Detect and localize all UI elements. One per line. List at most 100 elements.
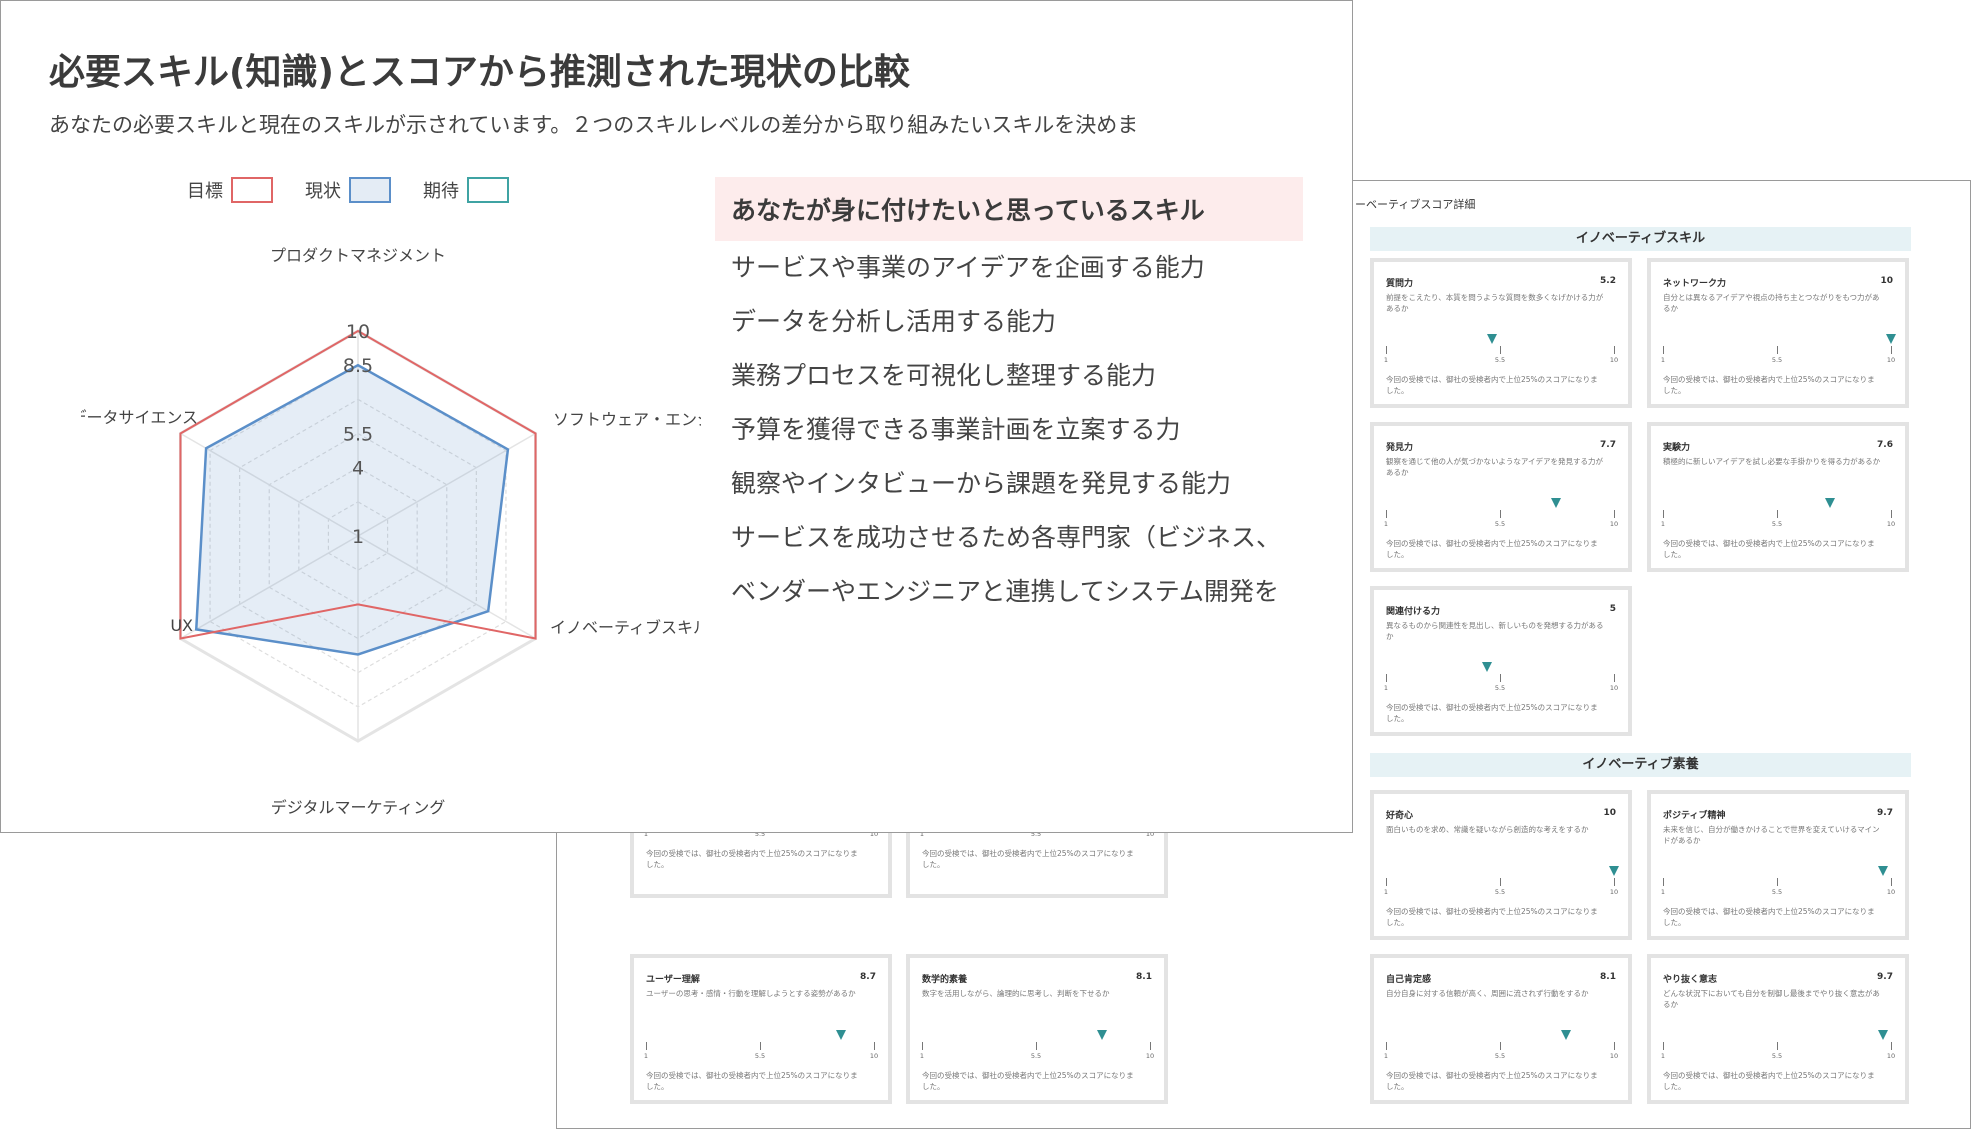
scale-tick xyxy=(1777,346,1778,354)
scale-tick xyxy=(874,1042,875,1050)
desired-skill-item: データを分析し活用する能力 xyxy=(731,307,1057,336)
score-card-score: 8.1 xyxy=(1600,972,1616,982)
scale-tick-label: 1 xyxy=(1383,1052,1389,1060)
score-marker-icon xyxy=(1886,334,1896,344)
radar-axis-label: AI・データサイエンス xyxy=(81,408,198,427)
scale-tick xyxy=(1663,346,1664,354)
score-card-score: 10 xyxy=(1603,808,1616,818)
scale-tick-label: 5.5 xyxy=(1771,888,1783,896)
score-card-score: 5.2 xyxy=(1600,276,1616,286)
score-card-footer: 今回の受検では、御社の受検者内で上位25%のスコアになりました。 xyxy=(1386,539,1598,559)
section-innovative-skill: イノベーティブスキル xyxy=(1370,227,1911,251)
score-card-footer: 今回の受検では、御社の受検者内で上位25%のスコアになりました。 xyxy=(1386,703,1598,723)
score-card: 実験力 7.6 積極的に新しいアイデアを試し必要な手掛かりを得る力があるか 1 5.5 1… xyxy=(1647,422,1909,572)
scale-tick-label: 5.5 xyxy=(1494,1052,1506,1060)
score-card-header: 関連付ける力 5 xyxy=(1386,604,1616,617)
scale-tick-label: 10 xyxy=(1609,684,1619,692)
desired-skills-header: あなたが身に付けたいと思っているスキル xyxy=(715,177,1303,241)
chart-legend: 目標 現状 期待 xyxy=(187,177,541,203)
legend-swatch xyxy=(349,177,391,203)
scale-tick-label: 1 xyxy=(1660,356,1666,364)
desired-skill-item: 業務プロセスを可視化し整理する能力 xyxy=(731,361,1157,390)
scale-tick xyxy=(1500,1042,1501,1050)
score-card-header: 好奇心 10 xyxy=(1386,808,1616,821)
radar-tick-label: 10 xyxy=(346,321,370,343)
score-scale: 1 5.5 10 xyxy=(644,1030,878,1064)
radar-tick-label: 5.5 xyxy=(343,424,373,446)
scale-tick-label: 10 xyxy=(1609,356,1619,364)
radar-axis-label: イノベーティブスキル平均 xyxy=(550,618,701,637)
score-card: ポジティブ精神 9.7 未来を信じ、自分が働きかけることで世界を変えていけるマインド… xyxy=(1647,790,1909,940)
scale-tick xyxy=(1500,346,1501,354)
desired-skill-item: サービスや事業のアイデアを企画する能力 xyxy=(731,253,1205,282)
scale-tick-label: 1 xyxy=(919,1052,925,1060)
legend-label: 目標 xyxy=(187,181,223,202)
scale-tick-label: 5.5 xyxy=(1030,1052,1042,1060)
scale-tick xyxy=(1777,1042,1778,1050)
score-card: ユーザー理解 8.7 ユーザーの思考・感情・行動を理解しようとする姿勢があるか 1 5.… xyxy=(630,954,892,1104)
score-card-footer: 今回の受検では、御社の受検者内で上位25%のスコアになりました。 xyxy=(1663,907,1875,927)
legend-item-target: 目標 xyxy=(187,177,273,203)
score-card: 質問力 5.2 前提をこえたり、本質を問うような質問を数多くなげかける力があるか 1 5… xyxy=(1370,258,1632,408)
score-card-header: 自己肯定感 8.1 xyxy=(1386,972,1616,985)
score-marker-icon xyxy=(1878,1030,1889,1040)
scale-tick-label: 10 xyxy=(1886,520,1896,528)
page-description: あなたの必要スキルと現在のスキルが示されています。２つのスキルレベルの差分から取… xyxy=(49,113,1139,137)
scale-tick xyxy=(1500,878,1501,886)
legend-item-current: 現状 xyxy=(305,177,391,203)
scale-tick-label: 1 xyxy=(1383,684,1389,692)
scale-tick-label: 5.5 xyxy=(754,1052,766,1060)
scale-tick-label: 10 xyxy=(1609,1052,1619,1060)
scale-tick-label: 1 xyxy=(1660,888,1666,896)
scale-tick xyxy=(1386,346,1387,354)
scale-tick-label: 10 xyxy=(1886,1052,1896,1060)
score-card-description: 自分自身に対する信頼が高く、周囲に流されず行動をするか xyxy=(1386,989,1589,998)
score-card-description: どんな状況下においても自分を制御し最後までやり抜く意志があるか xyxy=(1663,989,1880,1009)
score-card-score: 8.1 xyxy=(1136,972,1152,982)
scale-tick xyxy=(1891,1042,1892,1050)
score-card: 関連付ける力 5 異なるものから関連性を見出し、新しいものを発想する力があるか 1 5.… xyxy=(1370,586,1632,736)
scale-tick-label: 10 xyxy=(1609,888,1619,896)
desired-skill-item: ベンダーやエンジニアと連携してシステム開発を xyxy=(731,577,1280,606)
score-card-description: 前提をこえたり、本質を問うような質問を数多くなげかける力があるか xyxy=(1386,293,1604,313)
scale-tick xyxy=(1891,878,1892,886)
score-card-description: 積極的に新しいアイデアを試し必要な手掛かりを得る力があるか xyxy=(1663,457,1881,466)
detail-title: ーベーティブスコア詳細 xyxy=(1355,198,1476,211)
scale-tick xyxy=(922,1042,923,1050)
scale-tick xyxy=(1386,1042,1387,1050)
radar-axis-label: プロダクトマネジメント xyxy=(270,246,446,265)
scale-tick-label: 1 xyxy=(1383,888,1389,896)
scale-tick xyxy=(1500,674,1501,682)
legend-label: 期待 xyxy=(423,181,459,202)
scale-tick xyxy=(1663,510,1664,518)
score-card-description: 未来を信じ、自分が働きかけることで世界を変えていけるマインドがあるか xyxy=(1663,825,1880,845)
score-marker-icon xyxy=(1825,498,1836,508)
scale-tick-label: 10 xyxy=(1886,888,1896,896)
score-marker-icon xyxy=(1487,334,1498,344)
score-card-footer: 今回の受検では、御社の受検者内で上位25%のスコアになりました。 xyxy=(1386,1071,1598,1091)
score-card-footer: 今回の受検では、御社の受検者内で上位25%のスコアになりました。 xyxy=(1663,375,1875,395)
page-title: 必要スキル(知識)とスコアから推測された現状の比較 xyxy=(49,52,910,93)
score-card-footer: 今回の受検では、御社の受検者内で上位25%のスコアになりました。 xyxy=(922,849,1134,869)
score-card: やり抜く意志 9.7 どんな状況下においても自分を制御し最後までやり抜く意志があるか… xyxy=(1647,954,1909,1104)
radar-tick-label: 4 xyxy=(352,458,364,480)
score-card: 数学的素養 8.1 数字を活用しながら、論理的に思考し、判断を下せるか 1 5.5 10 今… xyxy=(906,954,1168,1104)
score-card-score: 9.7 xyxy=(1877,808,1893,818)
scale-tick xyxy=(1777,510,1778,518)
score-marker-icon xyxy=(1609,866,1619,876)
score-card-header: ポジティブ精神 9.7 xyxy=(1663,808,1893,821)
desired-skills-panel: あなたが身に付けたいと思っているスキル サービスや事業のアイデアを企画する能力デ… xyxy=(715,177,1303,619)
legend-swatch xyxy=(467,177,509,203)
score-card-score: 7.7 xyxy=(1600,440,1616,450)
score-card-name: 数学的素養 xyxy=(922,975,968,985)
scale-tick xyxy=(1663,878,1664,886)
scale-tick-label: 1 xyxy=(1383,520,1389,528)
score-card-name: やり抜く意志 xyxy=(1663,975,1718,985)
score-card-description: 自分とは異なるアイデアや視点の持ち主とつながりをもつ力があるか xyxy=(1663,293,1880,313)
score-card-name: ポジティブ精神 xyxy=(1663,811,1726,821)
scale-tick xyxy=(1386,674,1387,682)
radar-axis-label: ソフトウェア・エンジニアリング xyxy=(553,410,701,429)
score-scale: 1 5.5 10 xyxy=(1661,1030,1895,1064)
scale-tick xyxy=(1614,1042,1615,1050)
score-scale: 1 5.5 10 xyxy=(1383,866,1619,900)
